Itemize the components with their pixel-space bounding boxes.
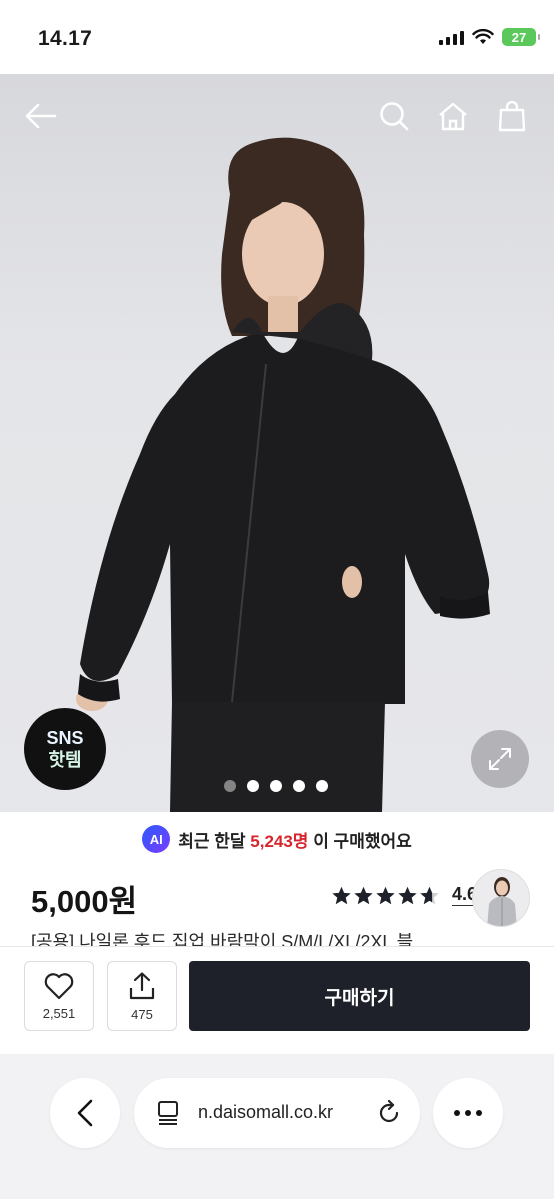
browser-back-button[interactable] <box>50 1078 120 1148</box>
share-button[interactable]: 475 <box>107 961 177 1031</box>
carousel-dot[interactable] <box>293 780 305 792</box>
back-button[interactable] <box>20 96 60 136</box>
back-arrow-icon <box>25 103 57 129</box>
shopping-bag-icon <box>498 100 526 132</box>
heart-icon <box>44 972 74 999</box>
url-text: n.daisomall.co.kr <box>198 1102 334 1122</box>
product-price: 5,000원 <box>31 884 138 919</box>
product-image-carousel[interactable]: SNS 핫템 <box>0 74 554 812</box>
like-button[interactable]: 2,551 <box>24 961 94 1031</box>
like-count: 2,551 <box>42 1005 76 1021</box>
more-options-button[interactable] <box>433 1078 503 1148</box>
more-dots-icon <box>454 1110 482 1116</box>
star-icon <box>332 886 351 904</box>
home-button[interactable] <box>433 96 473 136</box>
chevron-left-icon <box>77 1099 93 1127</box>
carousel-dot[interactable] <box>247 780 259 792</box>
ai-badge: AI <box>142 825 171 853</box>
recent-count: 5,243명 <box>250 831 309 851</box>
reload-icon[interactable] <box>376 1100 402 1126</box>
browser-toolbar: n.daisomall.co.kr <box>0 1054 554 1199</box>
recent-purchase-banner: AI 최근 한달 5,243명 이 구매했어요 <box>0 822 554 856</box>
sns-hot-item-badge: SNS 핫템 <box>24 708 106 790</box>
product-title: [공용] 나일론 후드 집업 바람막이 S/M/L/XL/2XL 블 <box>31 932 414 948</box>
address-bar[interactable]: n.daisomall.co.kr <box>134 1078 420 1148</box>
share-count: 475 <box>131 1006 153 1022</box>
expand-image-button[interactable] <box>471 730 529 788</box>
cart-button[interactable] <box>492 96 532 136</box>
model-thumbnail[interactable] <box>472 869 530 927</box>
home-icon <box>439 102 467 131</box>
battery-icon: 27 <box>502 28 540 46</box>
battery-level: 27 <box>511 29 527 45</box>
cellular-signal-icon <box>439 29 464 45</box>
thumbnail-photo <box>473 870 529 926</box>
product-rating[interactable]: 4.6 <box>331 884 478 906</box>
share-icon <box>129 971 155 999</box>
star-half-icon <box>420 886 439 904</box>
carousel-indicator <box>224 780 328 792</box>
badge-line-1: SNS <box>46 728 84 748</box>
expand-icon <box>489 748 511 770</box>
recent-prefix: 최근 한달 <box>178 831 246 851</box>
recent-purchase-text: 최근 한달 5,243명 이 구매했어요 <box>178 827 412 852</box>
status-time: 14.17 <box>38 27 93 50</box>
wifi-icon <box>472 29 494 44</box>
star-icon <box>398 886 417 904</box>
carousel-dot[interactable] <box>270 780 282 792</box>
product-photo <box>76 137 490 812</box>
carousel-dot[interactable] <box>224 780 236 792</box>
star-icon <box>376 886 395 904</box>
badge-line-2: 핫템 <box>48 750 82 770</box>
status-bar: 14.17 27 <box>0 0 554 74</box>
carousel-dot[interactable] <box>316 780 328 792</box>
search-icon <box>380 102 409 131</box>
star-icon <box>354 886 373 904</box>
status-icons: 27 <box>439 28 540 46</box>
recent-suffix: 이 구매했어요 <box>313 831 412 851</box>
product-top-nav <box>0 74 554 158</box>
rating-stars <box>331 885 440 906</box>
buy-button[interactable]: 구매하기 <box>189 961 530 1031</box>
search-button[interactable] <box>374 96 414 136</box>
purchase-action-bar: 2,551 475 구매하기 <box>0 946 554 1054</box>
reader-mode-icon[interactable] <box>156 1100 180 1126</box>
